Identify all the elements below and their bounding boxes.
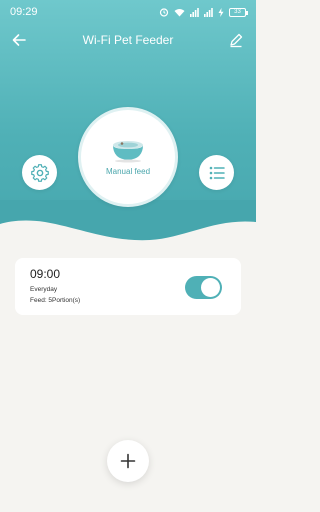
settings-button[interactable] — [22, 155, 57, 190]
app-bar: Wi-Fi Pet Feeder — [0, 28, 256, 52]
page-title: Wi-Fi Pet Feeder — [82, 33, 174, 47]
signal-icon — [190, 7, 199, 17]
food-bowl-icon — [113, 140, 143, 162]
arrow-left-icon[interactable] — [11, 32, 27, 48]
battery-icon: 33 — [229, 7, 248, 17]
status-time: 09:29 — [10, 6, 38, 18]
gear-icon — [30, 163, 49, 182]
status-icons: 33 — [159, 7, 248, 17]
wifi-icon — [174, 8, 185, 16]
hero-wave-divider — [0, 200, 256, 252]
feeding-log-button[interactable] — [199, 155, 234, 190]
alarm-icon — [159, 8, 169, 17]
manual-feed-button[interactable]: Manual feed — [78, 107, 178, 207]
pencil-icon[interactable] — [228, 32, 244, 48]
manual-feed-label: Manual feed — [105, 166, 151, 176]
add-schedule-button[interactable] — [107, 440, 149, 482]
schedule-toggle[interactable] — [185, 276, 222, 299]
plus-icon — [120, 453, 136, 469]
toggle-knob — [201, 278, 220, 297]
charging-icon — [218, 7, 224, 17]
list-icon — [209, 166, 225, 179]
signal-icon-2 — [204, 7, 213, 17]
status-bar: 09:29 33 — [0, 0, 256, 24]
